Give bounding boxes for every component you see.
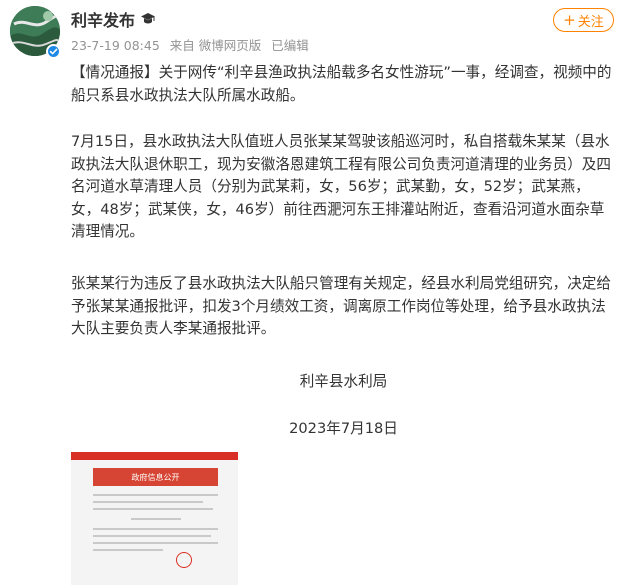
author-name[interactable]: 利辛发布 [71,7,135,31]
post-image-thumbnail[interactable]: 政府信息公开 [71,452,238,585]
verified-badge-icon [46,44,61,59]
plus-icon: + [563,10,576,29]
paragraph-intro: 【情况通报】关于网传“利辛县渔政执法船载多名女性游玩”一事，经调查，视频中的船只… [71,64,612,104]
document-header-bar [71,452,238,460]
follow-button[interactable]: + 关注 [553,8,614,32]
document-line [93,508,213,510]
document-line [93,535,211,537]
post-date[interactable]: 23-7-19 08:45 [71,38,160,53]
document-line [93,542,218,544]
document-line [93,528,218,530]
signature: 利辛县水利局 [299,373,388,390]
graduation-cap-icon [141,13,156,24]
document-line [93,549,163,551]
seal-icon [176,552,192,568]
document-line [131,518,181,520]
signature-date: 2023年7月18日 [289,420,398,437]
follow-label: 关注 [577,14,604,30]
document-banner: 政府信息公开 [93,468,218,486]
paragraph-decision: 张某某行为违反了县水政执法大队船只管理有关规定，经县水利局党组研究，决定给予张某… [71,275,611,337]
document-line [93,494,218,496]
post-edited[interactable]: 已编辑 [271,38,309,53]
post-header: 利辛发布 23-7-19 08:45 来自 微博网页版 已编辑 + 关注 [0,0,621,66]
post-meta: 23-7-19 08:45 来自 微博网页版 已编辑 [71,35,315,54]
paragraph-details: 7月15日，县水政执法大队值班人员张某某驾驶该船巡河时，私自搭载朱某某（县水政执… [71,133,611,240]
author-line: 利辛发布 [71,7,156,31]
post-source: 来自 微博网页版 [169,38,262,53]
document-line [93,501,203,503]
